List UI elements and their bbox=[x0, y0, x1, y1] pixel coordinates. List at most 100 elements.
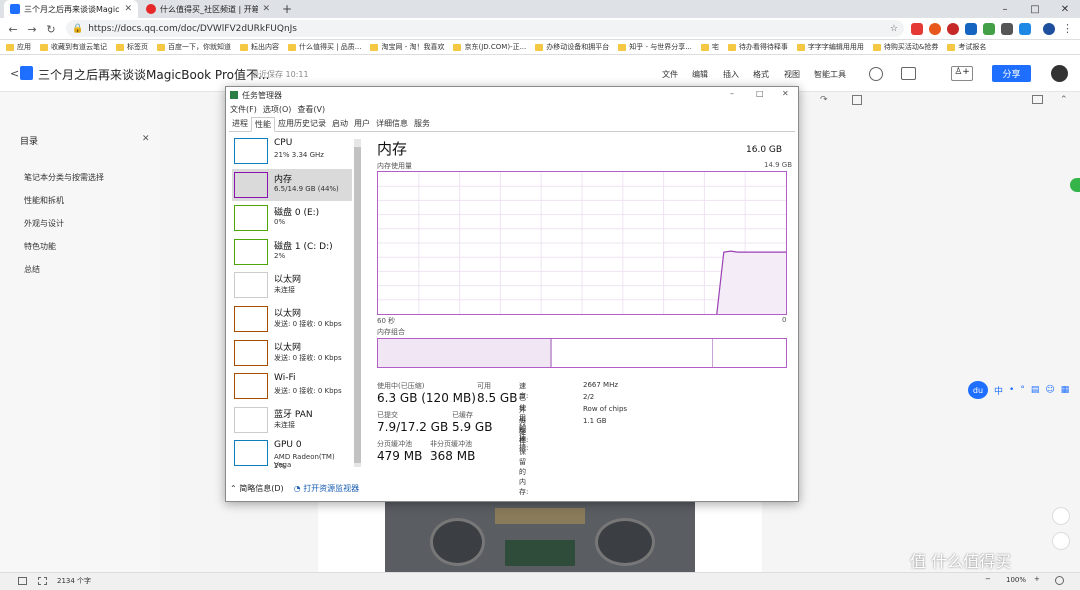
close-tab-icon[interactable]: ✕ bbox=[262, 4, 270, 14]
browser-menu-icon[interactable]: ⋮ bbox=[1062, 22, 1073, 35]
input-mode-button[interactable]: 中 bbox=[994, 384, 1003, 397]
menu-format[interactable]: 格式 bbox=[753, 69, 769, 80]
minimize-button[interactable]: – bbox=[730, 89, 734, 98]
bookmark-item[interactable]: 办移动设备和拥平台 bbox=[535, 42, 609, 52]
collapse-icon[interactable]: ⌃ bbox=[1060, 95, 1068, 105]
bookmark-item[interactable]: 应用 bbox=[6, 42, 31, 52]
format-icon[interactable] bbox=[852, 95, 862, 105]
extension-icon[interactable] bbox=[1001, 23, 1013, 35]
bookmark-item[interactable]: 待购买活动&抢券 bbox=[872, 42, 938, 52]
bookmark-item[interactable]: 淘宝网 - 淘！我喜欢 bbox=[370, 42, 444, 52]
tab-1[interactable]: 性能 bbox=[251, 117, 275, 132]
minimize-button[interactable]: – bbox=[990, 0, 1020, 18]
extension-icon[interactable] bbox=[983, 23, 995, 35]
bookmark-item[interactable]: 百度一下，你就知道 bbox=[157, 42, 231, 52]
share-button[interactable]: 分享 bbox=[992, 65, 1031, 82]
zoom-level[interactable]: 100% bbox=[1006, 576, 1026, 584]
grid-icon[interactable]: ▦ bbox=[1061, 385, 1070, 395]
outline-item[interactable]: 外观与设计 bbox=[24, 218, 64, 229]
back-icon[interactable]: < bbox=[10, 67, 19, 80]
resource-item[interactable]: 以太网 发送: 0 接收: 0 Kbps bbox=[232, 337, 352, 369]
menu-insert[interactable]: 插入 bbox=[723, 69, 739, 80]
profile-avatar[interactable] bbox=[1043, 23, 1055, 35]
bookmark-item[interactable]: 什么值得买 | 品质... bbox=[288, 42, 361, 52]
bookmark-item[interactable]: 宅 bbox=[700, 42, 719, 52]
bookmark-item[interactable]: 考试报名 bbox=[947, 42, 986, 52]
tab-3[interactable]: 启动 bbox=[329, 117, 351, 131]
close-window-button[interactable]: ✕ bbox=[1050, 0, 1080, 18]
scrollbar-thumb[interactable] bbox=[354, 147, 361, 463]
extension-icon[interactable] bbox=[947, 23, 959, 35]
tab-2[interactable]: 应用历史记录 bbox=[275, 117, 329, 131]
resource-item[interactable]: CPU 21% 3.34 GHz bbox=[232, 135, 352, 167]
open-resource-monitor-link[interactable]: ◔ 打开资源监视器 bbox=[294, 483, 360, 494]
menu-view[interactable]: 查看(V) bbox=[297, 104, 325, 115]
browser-tab-docs[interactable]: 三个月之后再来谈谈MagicBook ✕ bbox=[4, 0, 138, 18]
task-manager-titlebar[interactable]: 任务管理器 – □ ✕ bbox=[226, 87, 798, 103]
assistant-tab-icon[interactable] bbox=[1070, 178, 1080, 192]
close-button[interactable]: ✕ bbox=[782, 89, 789, 98]
address-bar[interactable]: 🔒 https://docs.qq.com/doc/DVWlFV2dURkFUQ… bbox=[66, 20, 904, 37]
help-float-icon[interactable] bbox=[1052, 532, 1070, 550]
browser-tab-smzdm[interactable]: 什么值得买_社区频道 | 开箱晒物 ✕ bbox=[140, 0, 276, 18]
resource-item[interactable]: Wi-Fi 发送: 0 接收: 0 Kbps bbox=[232, 370, 352, 402]
resource-item[interactable]: 以太网 未连接 bbox=[232, 269, 352, 301]
bookmark-item[interactable]: 收藏到有道云笔记 bbox=[40, 42, 107, 52]
menu-file[interactable]: 文件(F) bbox=[230, 104, 257, 115]
tencent-docs-logo-icon[interactable] bbox=[20, 66, 33, 80]
fit-icon[interactable] bbox=[1055, 576, 1064, 585]
comment-icon[interactable] bbox=[1032, 95, 1043, 104]
add-collaborator-icon[interactable]: ♙+ bbox=[951, 66, 973, 81]
degree-icon[interactable]: ° bbox=[1020, 385, 1025, 395]
edit-float-icon[interactable] bbox=[1052, 507, 1070, 525]
bookmark-item[interactable]: 待办看得待释事 bbox=[727, 42, 788, 52]
document-title[interactable]: 三个月之后再来谈谈MagicBook Pro值不... bbox=[38, 66, 269, 83]
outline-item[interactable]: 总结 bbox=[24, 264, 40, 275]
menu-file[interactable]: 文件 bbox=[662, 69, 678, 80]
zoom-out-icon[interactable]: − bbox=[985, 575, 991, 583]
close-tab-icon[interactable]: ✕ bbox=[124, 4, 132, 14]
reload-icon[interactable]: ↻ bbox=[42, 20, 60, 38]
baidu-input-logo-icon[interactable]: du bbox=[968, 381, 988, 399]
bookmark-item[interactable]: 标签页 bbox=[116, 42, 148, 52]
emoji-icon[interactable]: ☺ bbox=[1045, 385, 1054, 395]
tab-4[interactable]: 用户 bbox=[351, 117, 373, 131]
resource-item[interactable]: 磁盘 1 (C: D:) 2% bbox=[232, 236, 352, 268]
new-tab-button[interactable]: + bbox=[282, 2, 292, 16]
extension-icon[interactable] bbox=[1019, 23, 1031, 35]
present-icon[interactable] bbox=[901, 67, 916, 80]
resource-item[interactable]: 磁盘 0 (E:) 0% bbox=[232, 202, 352, 234]
outline-item[interactable]: 特色功能 bbox=[24, 241, 56, 252]
bookmark-item[interactable]: 字字字编辑用用用 bbox=[796, 42, 864, 52]
bookmark-item[interactable]: 京东(JD.COM)-正... bbox=[453, 42, 526, 52]
resource-item[interactable]: GPU 0 AMD Radeon(TM) Vega 2% bbox=[232, 437, 352, 470]
tab-0[interactable]: 进程 bbox=[229, 117, 251, 131]
menu-options[interactable]: 选项(O) bbox=[263, 104, 292, 115]
menu-edit[interactable]: 编辑 bbox=[692, 69, 708, 80]
menu-view[interactable]: 视图 bbox=[784, 69, 800, 80]
fewer-details-button[interactable]: ⌃ 简略信息(D) bbox=[230, 483, 284, 494]
extension-icon[interactable] bbox=[911, 23, 923, 35]
play-icon[interactable] bbox=[869, 67, 883, 81]
close-outline-icon[interactable]: ✕ bbox=[142, 134, 150, 144]
menu-smart-tools[interactable]: 智能工具 bbox=[814, 69, 846, 80]
bookmark-star-icon[interactable]: ☆ bbox=[890, 24, 898, 34]
avatar[interactable] bbox=[1051, 65, 1068, 82]
resource-item[interactable]: 内存 6.5/14.9 GB (44%) bbox=[232, 168, 352, 201]
bookmark-item[interactable]: 知乎 - 与世界分享... bbox=[618, 42, 692, 52]
bookmark-item[interactable]: 耘出内容 bbox=[240, 42, 279, 52]
outline-item[interactable]: 笔记本分类与按需选择 bbox=[24, 172, 104, 183]
tab-5[interactable]: 详细信息 bbox=[373, 117, 411, 131]
page-view-icon[interactable] bbox=[38, 577, 47, 585]
resource-item[interactable]: 蓝牙 PAN 未连接 bbox=[232, 404, 352, 436]
maximize-button[interactable]: □ bbox=[1020, 0, 1050, 18]
zoom-in-icon[interactable]: + bbox=[1034, 575, 1040, 583]
keyboard-icon[interactable]: ▤ bbox=[1031, 385, 1040, 395]
tab-6[interactable]: 服务 bbox=[411, 117, 433, 131]
extension-icon[interactable] bbox=[929, 23, 941, 35]
punctuation-icon[interactable]: • bbox=[1009, 385, 1014, 395]
maximize-button[interactable]: □ bbox=[756, 89, 764, 98]
resource-item[interactable]: 以太网 发送: 0 接收: 0 Kbps bbox=[232, 303, 352, 335]
forward-icon[interactable]: → bbox=[23, 20, 41, 38]
back-icon[interactable]: ← bbox=[4, 20, 22, 38]
